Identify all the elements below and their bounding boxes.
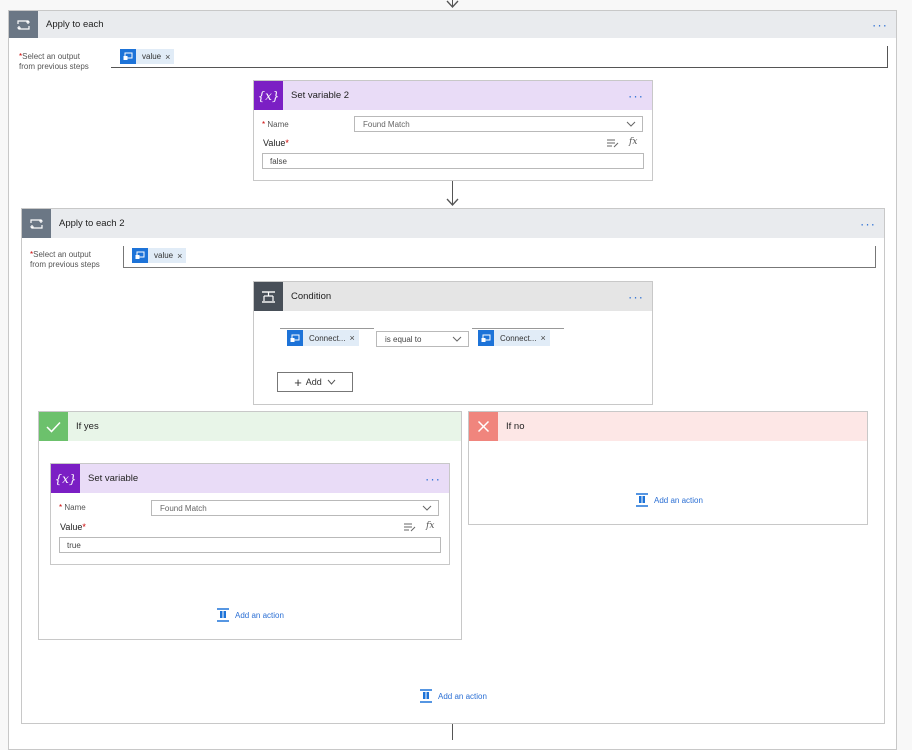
- check-icon-box: [39, 412, 68, 441]
- plus-icon: +: [294, 374, 302, 390]
- add-action-icon: [636, 493, 648, 507]
- expression-fx-icon[interactable]: fx: [629, 137, 637, 147]
- add-condition-button[interactable]: + Add: [277, 372, 353, 392]
- value-input[interactable]: false: [262, 153, 644, 169]
- connector-token-icon: [132, 248, 148, 263]
- dynamic-content-icon[interactable]: [606, 138, 619, 149]
- variable-icon-box: {x}: [254, 81, 283, 110]
- close-icon-box: [469, 412, 498, 441]
- value-input[interactable]: true: [59, 537, 441, 553]
- more-options-icon[interactable]: ···: [628, 89, 644, 102]
- loop-icon: [17, 19, 30, 30]
- more-options-icon[interactable]: ···: [425, 472, 441, 485]
- condition-header[interactable]: Condition ···: [254, 282, 652, 311]
- name-label: * Name: [59, 503, 86, 512]
- value-label: Value*: [263, 138, 289, 148]
- set-variable-title: Set variable: [88, 473, 139, 484]
- set-variable-2-title: Set variable 2: [291, 90, 350, 101]
- loop-icon-box: [22, 209, 51, 238]
- loop-icon-box: [9, 11, 38, 38]
- arrow-down-icon: [446, 0, 459, 8]
- if-no-title: If no: [506, 421, 525, 432]
- dynamic-content-icon[interactable]: [403, 522, 416, 533]
- value-token[interactable]: value ×: [120, 49, 175, 64]
- remove-token-icon[interactable]: ×: [177, 251, 186, 261]
- condition-card: Condition ··· Connect... × is equal to C…: [253, 281, 653, 405]
- variable-name-select[interactable]: Found Match: [354, 116, 643, 132]
- set-variable-2-header[interactable]: {x} Set variable 2 ···: [254, 81, 652, 110]
- chevron-down-icon: [626, 121, 636, 127]
- more-options-icon[interactable]: ···: [628, 290, 644, 303]
- chevron-down-icon: [452, 336, 462, 342]
- apply-to-each-title: Apply to each: [46, 19, 104, 30]
- select-output-label: *Select an output from previous steps: [19, 52, 89, 71]
- loop-icon: [30, 218, 43, 229]
- remove-token-icon[interactable]: ×: [540, 333, 549, 343]
- if-yes-header[interactable]: If yes: [39, 412, 461, 441]
- left-operand-token[interactable]: Connect... ×: [287, 330, 359, 346]
- value-label: Value*: [60, 522, 86, 532]
- more-options-icon[interactable]: ···: [872, 18, 888, 31]
- connector-bottom: [452, 724, 453, 740]
- variable-icon: {x}: [54, 471, 77, 486]
- select-output-label: *Select an output from previous steps: [30, 250, 100, 269]
- value-token[interactable]: value ×: [132, 248, 187, 263]
- arrow-down-icon: [446, 198, 459, 206]
- add-action-icon: [217, 608, 229, 622]
- remove-token-icon[interactable]: ×: [349, 333, 358, 343]
- add-action-button[interactable]: Add an action: [419, 689, 487, 703]
- select-output-input[interactable]: [111, 46, 888, 68]
- variable-icon: {x}: [257, 88, 280, 103]
- add-action-icon: [420, 689, 432, 703]
- condition-title: Condition: [291, 291, 332, 302]
- set-variable-card: {x} Set variable ··· * Name Found Match …: [50, 463, 450, 565]
- add-action-button[interactable]: Add an action: [635, 493, 703, 507]
- close-icon: [477, 420, 490, 433]
- name-label: * Name: [262, 120, 289, 129]
- apply-to-each-2-header[interactable]: Apply to each 2 ···: [22, 209, 884, 238]
- connector-token-icon: [478, 330, 494, 346]
- chevron-down-icon: [327, 379, 336, 385]
- add-action-button[interactable]: Add an action: [216, 608, 284, 622]
- if-no-branch: If no Add an action: [468, 411, 868, 525]
- apply-to-each-2-title: Apply to each 2: [59, 218, 125, 229]
- connector-token-icon: [287, 330, 303, 346]
- check-icon: [46, 421, 61, 433]
- more-options-icon[interactable]: ···: [860, 217, 876, 230]
- condition-icon-box: [254, 282, 283, 311]
- apply-to-each-header[interactable]: Apply to each ···: [9, 11, 896, 38]
- variable-icon-box: {x}: [51, 464, 80, 493]
- remove-token-icon[interactable]: ×: [165, 52, 174, 62]
- condition-icon: [262, 291, 275, 303]
- if-no-header[interactable]: If no: [469, 412, 867, 441]
- select-output-input[interactable]: [123, 246, 876, 268]
- expression-fx-icon[interactable]: fx: [426, 521, 434, 531]
- if-yes-title: If yes: [76, 421, 99, 432]
- connector-token-icon: [120, 49, 136, 64]
- set-variable-2-card: {x} Set variable 2 ··· * Name Found Matc…: [253, 80, 653, 181]
- variable-name-select[interactable]: Found Match: [151, 500, 439, 516]
- right-operand-token[interactable]: Connect... ×: [478, 330, 550, 346]
- set-variable-header[interactable]: {x} Set variable ···: [51, 464, 449, 493]
- operator-select[interactable]: is equal to: [376, 331, 469, 347]
- chevron-down-icon: [422, 505, 432, 511]
